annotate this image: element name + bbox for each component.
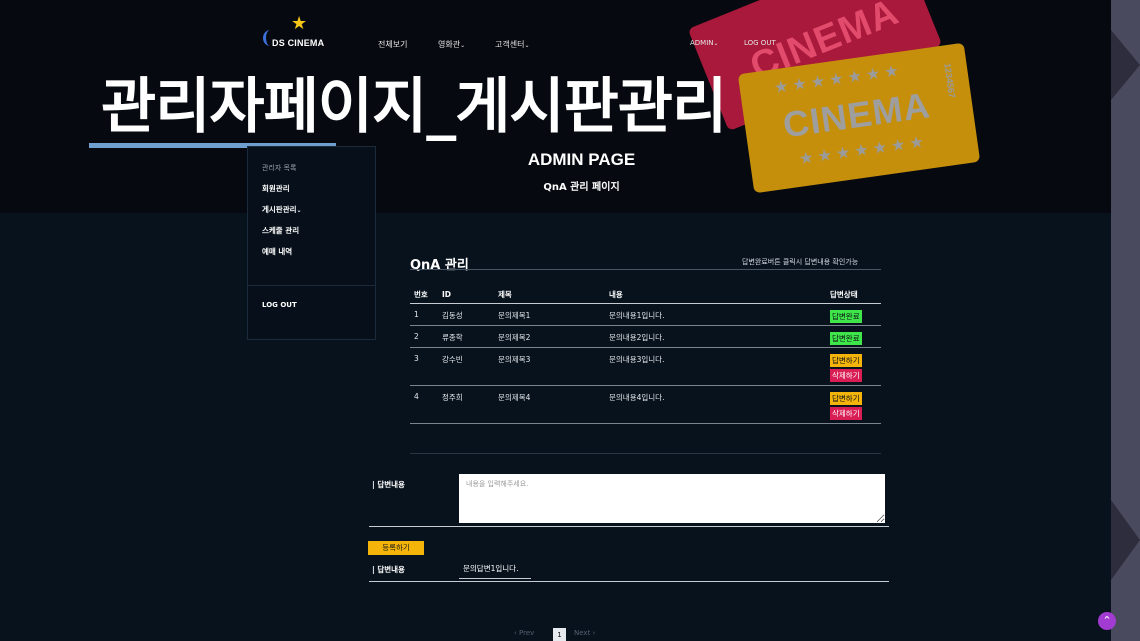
- cell-content: 문의내용1입니다.: [605, 303, 826, 326]
- divider: [369, 526, 889, 527]
- cell-title: 문의제목3: [494, 347, 605, 386]
- nav-theater[interactable]: 영화관⌄: [438, 39, 465, 50]
- scroll-top-icon[interactable]: ⌃: [1098, 612, 1116, 630]
- divider: [248, 285, 375, 286]
- chevron-down-icon: ⌄: [460, 42, 466, 49]
- sidebar: 관리자 목록 회원관리 게시판관리⌄ 스케줄 관리 예매 내역 LOG OUT: [247, 146, 376, 340]
- cell-content: 문의내용3입니다.: [605, 347, 826, 386]
- column-header: ID: [438, 286, 494, 304]
- nav-support[interactable]: 고객센터⌄: [495, 39, 529, 50]
- answer-result-value: 문의답변1입니다.: [459, 563, 531, 579]
- table-row: 2 류종학 문의제목2 문의내용2입니다. 답변완료: [410, 325, 881, 348]
- nav-label: 고객센터: [495, 40, 525, 49]
- delete-button[interactable]: 삭제하기: [830, 406, 862, 420]
- table-header-row: 번호 ID 제목 내용 답변상태: [410, 286, 881, 304]
- sidebar-item-members[interactable]: 회원관리: [262, 183, 290, 194]
- qna-title: QnA 관리: [410, 258, 469, 273]
- column-header: 내용: [605, 286, 826, 304]
- cell-content: 문의내용4입니다.: [605, 385, 826, 424]
- ticket-serial: 1234567: [942, 62, 958, 99]
- cell-status: 답변하기 삭제하기: [826, 347, 881, 386]
- cell-no: 1: [410, 303, 438, 326]
- cell-no: 3: [410, 347, 438, 386]
- sidebar-logout[interactable]: LOG OUT: [262, 301, 297, 309]
- cell-id: 강수빈: [438, 347, 494, 386]
- answered-button[interactable]: 답변완료: [830, 331, 862, 345]
- pager-prev[interactable]: ‹ Prev: [514, 629, 534, 637]
- cell-content: 문의내용2입니다.: [605, 325, 826, 348]
- register-button[interactable]: 등록하기: [368, 541, 424, 555]
- chevron-down-icon: ⌄: [296, 207, 302, 214]
- sidebar-item-board[interactable]: 게시판관리⌄: [262, 204, 302, 215]
- table-row: 3 강수빈 문의제목3 문의내용3입니다. 답변하기 삭제하기: [410, 347, 881, 386]
- cell-status: 답변하기 삭제하기: [826, 385, 881, 424]
- chevron-down-icon: ⌄: [713, 40, 719, 47]
- pager-next[interactable]: Next ›: [574, 629, 595, 637]
- answer-textarea[interactable]: [459, 474, 885, 523]
- nav-label: 전체보기: [378, 40, 408, 49]
- column-header: 답변상태: [826, 286, 881, 304]
- nav-label: ADMIN: [690, 39, 714, 47]
- divider: [369, 581, 889, 582]
- triangle-decoration: [1111, 500, 1140, 580]
- cell-no: 2: [410, 325, 438, 348]
- cell-title: 문의제목4: [494, 385, 605, 424]
- answered-button[interactable]: 답변완료: [830, 309, 862, 323]
- nav-all[interactable]: 전체보기: [378, 39, 407, 50]
- cell-id: 류종학: [438, 325, 494, 348]
- pager-prev-label: Prev: [519, 629, 535, 637]
- answer-button[interactable]: 답변하기: [830, 391, 862, 405]
- cell-status: 답변완료: [826, 303, 881, 326]
- table-row: 1 김동성 문의제목1 문의내용1입니다. 답변완료: [410, 303, 881, 326]
- divider: [410, 269, 881, 270]
- sidebar-item-reservations[interactable]: 예매 내역: [262, 246, 292, 257]
- nav-admin[interactable]: ADMIN⌄: [690, 39, 719, 47]
- chevron-down-icon: ⌄: [524, 42, 530, 49]
- nav-logout[interactable]: LOG OUT: [744, 39, 776, 47]
- qna-table: 번호 ID 제목 내용 답변상태 1 김동성 문의제목1 문의내용1입니다. 답…: [410, 286, 881, 424]
- delete-button[interactable]: 삭제하기: [830, 368, 862, 382]
- cell-no: 4: [410, 385, 438, 424]
- nav-label: 영화관: [438, 40, 461, 49]
- sidebar-heading: 관리자 목록: [262, 164, 297, 172]
- nav-label: LOG OUT: [744, 39, 776, 47]
- pager-next-label: Next: [574, 629, 591, 637]
- qna-note: 답변완료버튼 클릭시 답변내용 확인가능: [742, 258, 859, 266]
- cell-id: 김동성: [438, 303, 494, 326]
- sidebar-item-label: 게시판관리: [262, 205, 297, 214]
- page-title: ADMIN PAGE: [527, 150, 636, 169]
- cell-title: 문의제목1: [494, 303, 605, 326]
- column-header: 번호: [410, 286, 438, 304]
- content-background: [0, 213, 1111, 641]
- overlay-title: 관리자페이지_게시판관리: [101, 72, 727, 142]
- page-subtitle: QnA 관리 페이지: [543, 182, 620, 193]
- cell-id: 정주희: [438, 385, 494, 424]
- divider: [410, 453, 881, 454]
- answer-label: | 답변내용: [372, 480, 405, 489]
- column-header: 제목: [494, 286, 605, 304]
- sidebar-item-schedule[interactable]: 스케줄 관리: [262, 225, 299, 236]
- answer-button[interactable]: 답변하기: [830, 353, 862, 367]
- right-decoration-strip: [1111, 0, 1140, 641]
- table-row: 4 정주희 문의제목4 문의내용4입니다. 답변하기 삭제하기: [410, 385, 881, 424]
- star-icon: ★: [291, 13, 308, 34]
- cell-status: 답변완료: [826, 325, 881, 348]
- triangle-decoration: [1111, 30, 1140, 100]
- cell-title: 문의제목2: [494, 325, 605, 348]
- logo-text: DS CINEMA: [272, 38, 325, 48]
- answer-result-label: | 답변내용: [372, 565, 405, 574]
- pager-current[interactable]: 1: [553, 628, 566, 641]
